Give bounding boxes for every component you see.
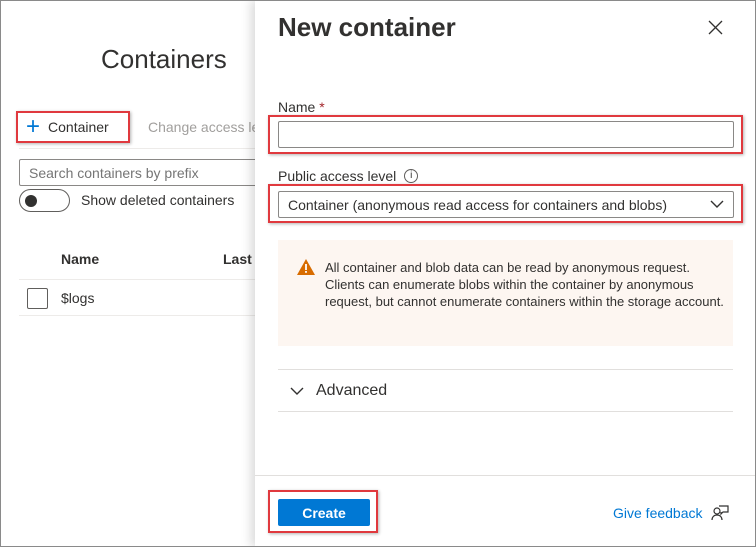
- warning-message: All container and blob data can be read …: [278, 240, 733, 346]
- feedback-icon: [710, 505, 729, 521]
- info-icon[interactable]: i: [404, 169, 419, 183]
- show-deleted-toggle[interactable]: [19, 189, 70, 212]
- create-button[interactable]: Create: [278, 499, 370, 526]
- table-row[interactable]: $logs: [19, 282, 255, 316]
- name-label: Name *: [278, 99, 325, 115]
- panel-title: New container: [278, 12, 456, 42]
- row-name[interactable]: $logs: [61, 290, 94, 306]
- page-title: Containers: [101, 44, 227, 74]
- header-divider: [19, 279, 255, 280]
- name-input[interactable]: [278, 121, 734, 148]
- add-container-button[interactable]: + Container: [26, 113, 109, 140]
- warning-text: All container and blob data can be read …: [325, 260, 724, 309]
- footer-divider: [255, 475, 756, 476]
- change-access-button[interactable]: Change access level: [140, 118, 255, 136]
- toolbar-divider: [19, 148, 255, 149]
- chevron-down-icon: [710, 200, 724, 208]
- give-feedback-link[interactable]: Give feedback: [613, 505, 729, 521]
- column-header-name[interactable]: Name: [61, 251, 99, 267]
- access-level-label: Public access level i: [278, 168, 419, 184]
- row-checkbox[interactable]: [27, 288, 48, 309]
- access-level-select[interactable]: Container (anonymous read access for con…: [278, 191, 734, 218]
- advanced-section-toggle[interactable]: Advanced: [278, 369, 733, 412]
- new-container-panel: New container Name * Public access level…: [255, 0, 756, 547]
- chevron-down-icon: [290, 387, 304, 395]
- search-input[interactable]: [19, 159, 259, 186]
- close-icon[interactable]: [708, 20, 723, 35]
- plus-icon: +: [26, 113, 41, 140]
- warning-icon: [297, 259, 315, 275]
- show-deleted-label: Show deleted containers: [81, 192, 235, 208]
- column-header-last-modified[interactable]: Last modified: [223, 251, 255, 267]
